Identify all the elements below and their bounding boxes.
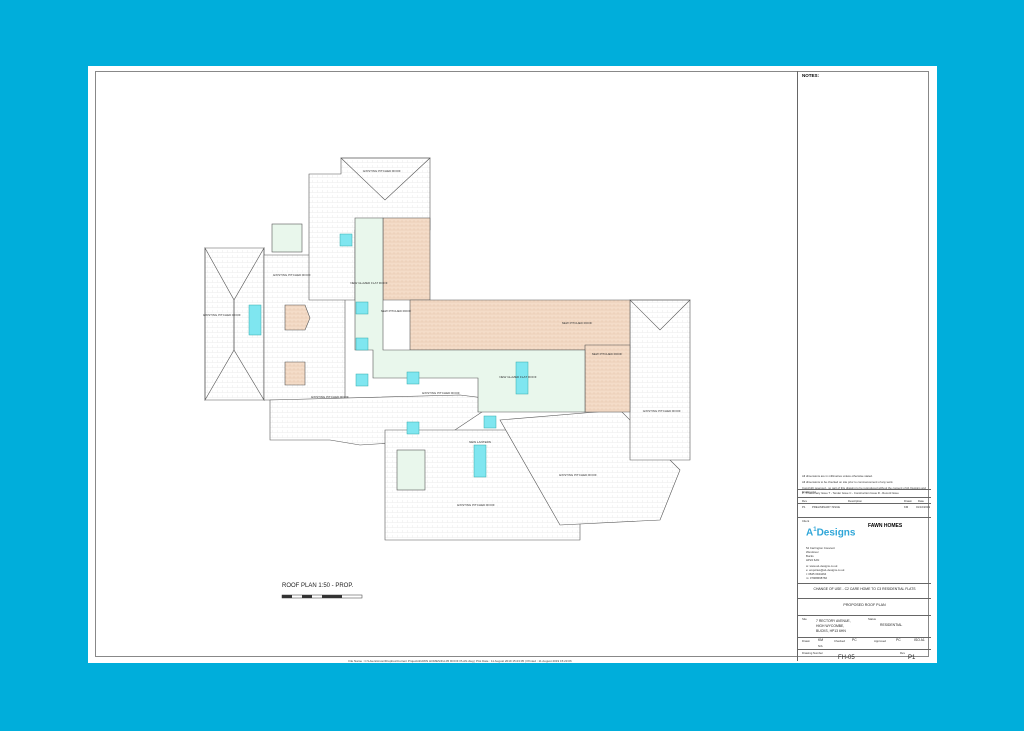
approved-value: PC [896, 638, 901, 642]
flat-roof-south [396, 449, 426, 491]
revision-cell: KM [904, 505, 909, 509]
roof-label: EXISTING PITCHED ROOF [559, 473, 597, 477]
rooflight [355, 337, 369, 351]
rooflight [248, 304, 262, 336]
revision-cell: P1 [802, 505, 806, 509]
rooflight [355, 373, 369, 387]
roof-label: EXISTING PITCHED ROOF [457, 503, 495, 507]
roof-label: EXISTING PITCHED ROOF [363, 169, 401, 173]
general-note: All dimensions to be checked on site pri… [802, 480, 894, 484]
rooflight [406, 371, 420, 385]
roof-label: EXISTING PITCHED ROOF [422, 391, 460, 395]
title-block: NOTES: All dimensions are in millimetres… [797, 71, 931, 661]
rooflight [339, 233, 353, 247]
roof-label: EXISTING PITCHED ROOF [643, 409, 681, 413]
roof-label: NEW GLAZED FLAT ROOF [499, 375, 536, 379]
revision-label: Rev [900, 651, 905, 655]
status-label: Status [868, 617, 876, 621]
company-logo: A1Designs [806, 527, 856, 539]
drawn-value: KM [818, 638, 824, 642]
roof-label: EXISTING PITCHED ROOF [203, 313, 241, 317]
revision-key: P - Preliminary Issue T - Tender Issue C… [802, 491, 899, 495]
roof-label: NEW PITCHED ROOF [592, 352, 623, 356]
project-description: CHANGE OF USE - C2 CARE HOME TO C3 RESID… [813, 587, 916, 591]
company-contact-line: m: 07968668766 [806, 576, 827, 580]
new-pitched-roof-north [382, 217, 431, 301]
revision-value: P1 [908, 655, 916, 661]
status-value: RESIDENTIAL [880, 623, 903, 627]
roof-label: NEW GLAZED FLAT ROOF [350, 281, 387, 285]
drawn-label: Drawn [802, 639, 811, 643]
drawing-number: FH-05 [838, 655, 855, 661]
client-label: Client [802, 519, 810, 523]
not-applicable: N/A [818, 644, 823, 648]
site-address-line: BUCKS, HP13 6HN [816, 629, 846, 633]
rooflight [355, 301, 369, 315]
notes-heading: NOTES: [802, 73, 820, 78]
roof-label: NEW PITCHED ROOF [381, 309, 412, 313]
client-name: FAWN HOMES [868, 523, 903, 529]
roof-label: EXISTING PITCHED ROOF [273, 273, 311, 277]
roof-plan-title: ROOF PLAN 1:50 - PROP. [282, 583, 354, 589]
rooflight-lantern [473, 444, 487, 478]
roof-label: NEW LANTERN [469, 440, 491, 444]
company-address-line: HP22 6AN [806, 558, 820, 562]
drawing-title: PROPOSED ROOF PLAN [843, 603, 886, 607]
sheet-size: ISO A1 [914, 638, 925, 642]
new-pitched-roof-middle [409, 299, 631, 351]
new-pitched-roof-west-small [284, 304, 311, 331]
approved-label: Approved [874, 639, 886, 643]
existing-roof-east [629, 299, 691, 461]
checked-value: PC [852, 638, 857, 642]
site-address-line: 7 RECTORY AVENUE, [816, 619, 851, 623]
new-pitched-roof-west-small-2 [284, 361, 306, 386]
drawing-number-label: Drawing Number [802, 651, 823, 655]
roof-label: EXISTING PITCHED ROOF [311, 395, 349, 399]
rooflight [406, 421, 420, 435]
site-address-line: HIGH WYCOMBE, [816, 624, 845, 628]
file-path-footer: File Name : C:\Users\Anon\Dropbox\Curren… [348, 659, 572, 663]
scale-bar [281, 594, 363, 599]
revision-cell: 01/10/2019 [916, 505, 930, 509]
general-note: All dimensions are in millimetres unless… [802, 474, 873, 478]
rooflight [483, 415, 497, 429]
revision-cell: PRELIMINARY ISSUE [812, 505, 841, 509]
checked-label: Checked [834, 639, 846, 643]
site-label: Site [802, 617, 807, 621]
flat-roof-small [271, 223, 303, 253]
roof-label: NEW PITCHED ROOF [562, 321, 593, 325]
